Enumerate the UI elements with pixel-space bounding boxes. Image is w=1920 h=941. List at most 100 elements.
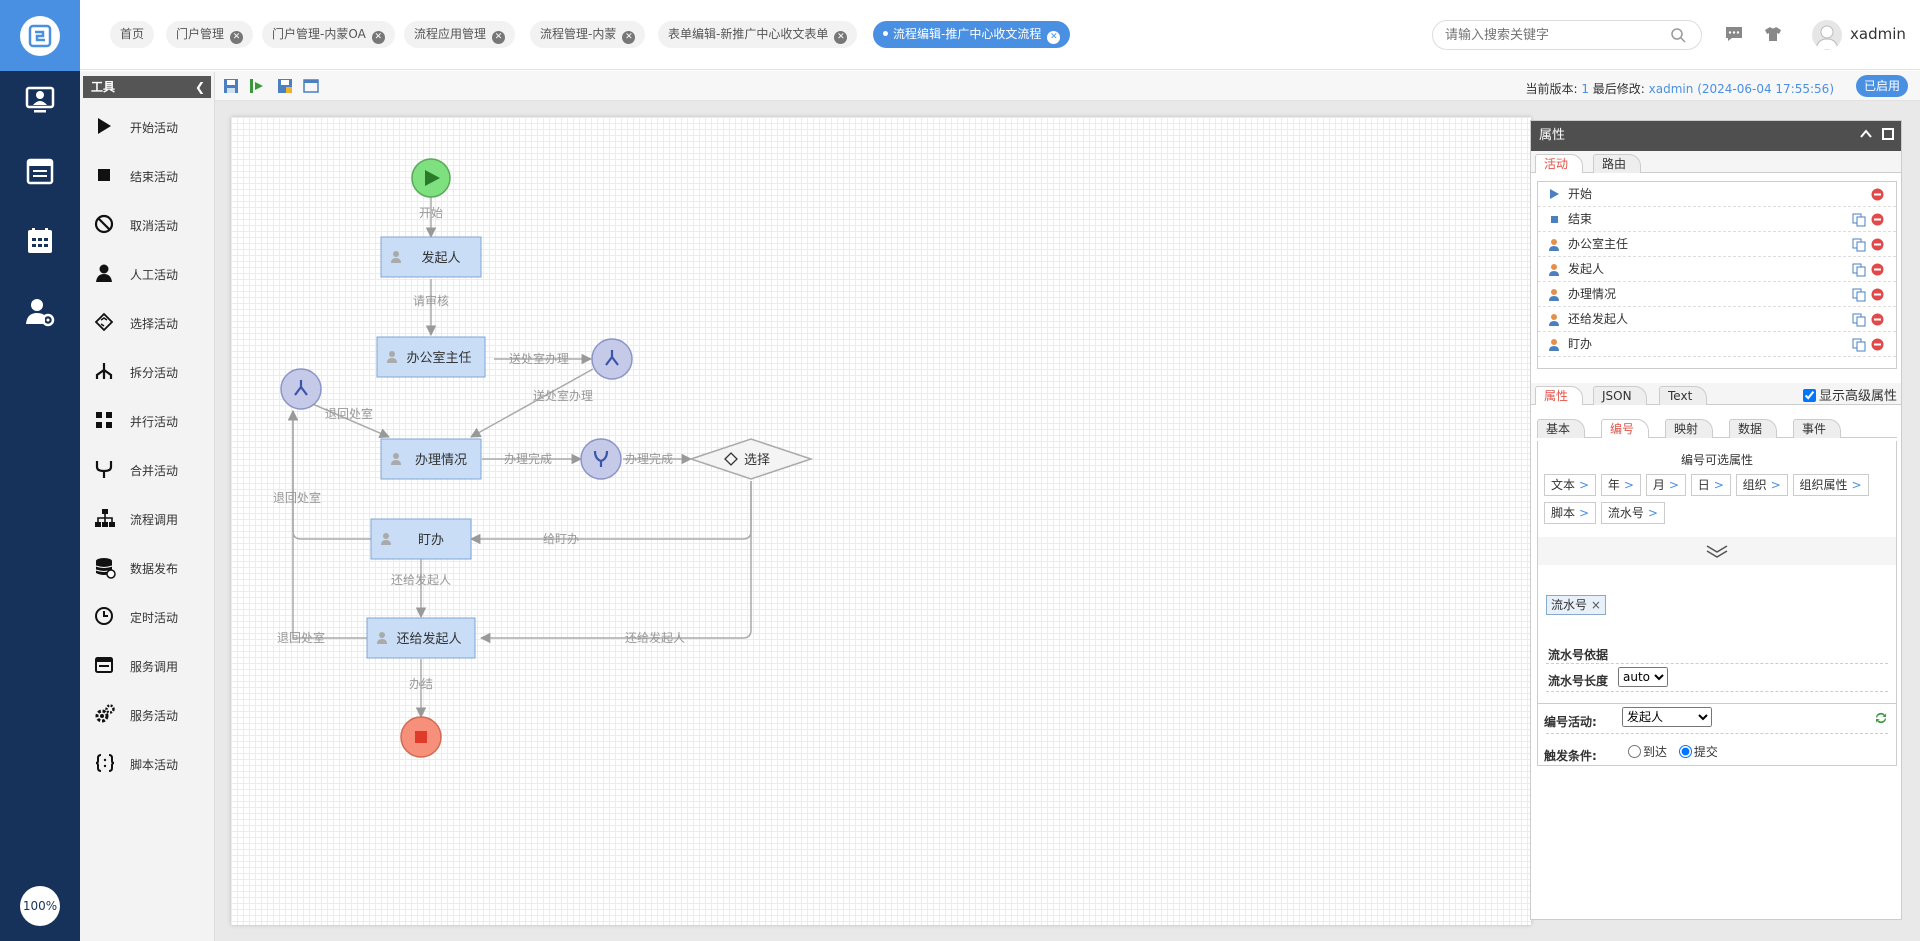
delete-icon[interactable] [1871,238,1884,251]
tool-choice[interactable]: 选择活动 [80,298,215,347]
chip-serial[interactable]: 流水号 > [1600,502,1665,524]
tab-mapping[interactable]: 映射 [1665,419,1714,438]
copy-icon[interactable] [1852,238,1866,252]
tab-json[interactable]: JSON [1593,386,1647,405]
edge-dingban-merge[interactable] [287,409,381,540]
delete-icon[interactable] [1871,288,1884,301]
list-item[interactable]: 盯办 [1538,332,1896,357]
tool-service[interactable]: 服务活动 [80,690,215,739]
avatar[interactable] [1812,20,1842,50]
node-huangei[interactable]: 还给发起人 [366,617,476,659]
node-split[interactable] [591,338,633,380]
edge-choose-dingban[interactable] [469,481,752,545]
calendar-icon[interactable] [24,225,56,257]
tab-data[interactable]: 数据 [1729,419,1778,438]
node-bangongshi[interactable]: 办公室主任 [376,336,486,378]
user-settings-icon[interactable] [24,296,56,328]
node-banli[interactable]: 办理情况 [380,438,482,480]
tool-cancel[interactable]: 取消活动 [80,200,215,249]
monitor-user-icon[interactable] [24,84,56,116]
collapse-icon[interactable]: ❮ [195,76,205,98]
tool-end[interactable]: 结束活动 [80,151,215,200]
maximize-icon[interactable] [1881,127,1895,141]
tab-flow-manage[interactable]: 流程管理-内蒙 ✕ [530,21,646,48]
close-icon[interactable]: ✕ [371,31,385,44]
chip-script[interactable]: 脚本 > [1544,502,1597,524]
delete-icon[interactable] [1871,338,1884,351]
tab-events[interactable]: 事件 [1793,419,1842,438]
edge-split-banli[interactable] [470,368,594,438]
copy-icon[interactable] [1852,313,1866,327]
tab-portal-manage[interactable]: 门户管理 ✕ [166,21,254,48]
skin-icon[interactable] [1764,26,1782,42]
search-icon[interactable] [1670,27,1686,43]
trigger-radio-submit[interactable] [1678,745,1692,758]
node-dingban[interactable]: 盯办 [370,518,472,560]
tool-subflow[interactable]: 流程调用 [80,494,215,543]
zoom-level[interactable]: 100% [20,886,60,926]
refresh-icon[interactable] [1874,711,1888,725]
tool-data-publish[interactable]: 数据发布 [80,543,215,592]
close-icon[interactable]: ✕ [1047,31,1061,44]
tab-home[interactable]: 首页 [110,21,155,48]
node-merge[interactable] [280,368,322,410]
tool-script[interactable]: 脚本活动 [80,739,215,788]
tool-split[interactable]: 拆分活动 [80,347,215,396]
copy-icon[interactable] [1852,213,1866,227]
tab-route[interactable]: 路由 [1593,154,1642,173]
tab-activity[interactable]: 活动 [1535,154,1584,173]
close-icon[interactable]: ✕ [230,31,244,44]
tool-merge[interactable]: 合并活动 [80,445,215,494]
trigger-radio-arrive[interactable] [1628,745,1641,758]
list-item[interactable]: 办公室主任 [1538,232,1896,257]
tab-portal-oa[interactable]: 门户管理-内蒙OA ✕ [262,21,395,48]
node-choose[interactable]: 选择 [688,438,814,480]
copy-icon[interactable] [1852,338,1866,352]
tab-text[interactable]: Text [1659,386,1708,405]
save-as-icon[interactable] [276,77,294,95]
message-icon[interactable] [1725,26,1743,42]
tool-timer[interactable]: 定时活动 [80,592,215,641]
edge-huangei-merge[interactable] [287,409,376,639]
flow-canvas[interactable]: 发起人 办公室主任 办理情况 盯办 还给发起人 选择 开始 请审核 送处室办理 … [231,117,1531,925]
chip-month[interactable]: 月 > [1645,474,1686,496]
chip-year[interactable]: 年 > [1600,474,1641,496]
delete-icon[interactable] [1871,188,1884,201]
chip-org[interactable]: 组织 > [1735,474,1788,496]
search-input[interactable] [1432,20,1702,50]
close-icon[interactable]: ✕ [492,31,506,44]
trigger-option-submit[interactable]: 提交 [1678,745,1718,759]
serial-length-select[interactable]: auto [1618,667,1668,687]
numbering-activity-select[interactable]: 发起人 [1622,707,1712,727]
list-item[interactable]: 结束 [1538,207,1896,232]
node-start[interactable] [411,158,451,198]
show-advanced-checkbox[interactable] [1802,389,1816,402]
node-join[interactable] [580,438,622,480]
tab-numbering[interactable]: 编号 [1601,419,1650,438]
tool-start[interactable]: 开始活动 [80,102,215,151]
show-advanced-toggle[interactable]: 显示高级属性 [1802,385,1897,404]
status-badge[interactable]: 已启用 [1855,75,1908,97]
delete-icon[interactable] [1871,213,1884,226]
edge-choose-huangei[interactable] [479,481,752,644]
list-item[interactable]: 发起人 [1538,257,1896,282]
delete-icon[interactable] [1871,263,1884,276]
chip-org-attr[interactable]: 组织属性 > [1792,474,1869,496]
app-logo[interactable] [0,0,80,71]
close-icon[interactable]: × [1591,598,1601,612]
close-icon[interactable]: ✕ [834,31,848,44]
tool-service-call[interactable]: 服务调用 [80,641,215,690]
layout-icon[interactable] [302,77,320,95]
copy-icon[interactable] [1852,263,1866,277]
collapse-up-icon[interactable] [1859,127,1873,141]
list-item[interactable]: 还给发起人 [1538,307,1896,332]
delete-icon[interactable] [1871,313,1884,326]
tab-basic[interactable]: 基本 [1537,419,1586,438]
tab-attributes[interactable]: 属性 [1535,386,1584,405]
tab-flow-edit[interactable]: 流程编辑-推广中心收文流程 ✕ [873,21,1071,48]
list-item[interactable]: 办理情况 [1538,282,1896,307]
expand-bar[interactable] [1538,537,1896,565]
close-icon[interactable]: ✕ [622,31,636,44]
save-icon[interactable] [222,77,240,95]
node-end[interactable] [400,716,442,758]
